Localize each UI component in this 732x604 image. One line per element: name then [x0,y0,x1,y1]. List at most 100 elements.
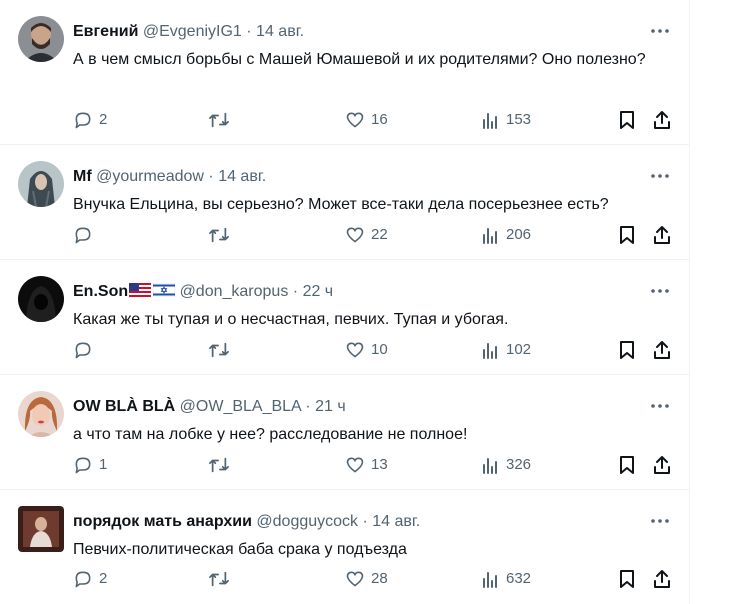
author-handle[interactable]: @dogguycock [256,513,358,530]
retweet-icon [209,571,229,587]
reply-button[interactable]: 2 [73,567,107,591]
bookmark-icon [620,341,634,359]
views-button[interactable]: 632 [482,567,531,591]
avatar[interactable] [18,276,64,322]
like-count: 13 [371,456,388,473]
tweet-actions: 10 102 [73,338,670,362]
more-icon[interactable] [650,284,670,298]
retweet-icon [209,457,229,473]
author-name[interactable]: Mf [73,168,92,185]
views-button[interactable]: 326 [482,453,531,477]
us-flag-icon [128,280,152,306]
author-name[interactable]: En.Son [73,283,128,300]
share-icon [654,456,670,474]
retweet-button[interactable] [208,338,236,362]
like-button[interactable]: 16 [345,108,388,132]
views-button[interactable]: 153 [482,108,531,132]
views-button[interactable]: 102 [482,338,531,362]
share-button[interactable] [652,453,672,477]
like-button[interactable]: 28 [345,567,388,591]
views-icon [483,458,497,474]
separator: · [305,398,311,415]
retweet-button[interactable] [208,453,236,477]
share-icon [654,111,670,129]
author-handle[interactable]: @yourmeadow [96,168,204,185]
author-handle[interactable]: @EvgeniyIG1 [143,23,242,40]
tweet-text: Певчих-политическая баба срака у подъезд… [73,541,407,558]
tweet-text: А в чем смысл борьбы с Машей Юмашевой и … [73,51,646,68]
like-button[interactable]: 13 [345,453,388,477]
tweet[interactable]: Mf @yourmeadow · 14 авг. Внучка Ельцина,… [0,145,690,260]
tweet[interactable]: Евгений @EvgeniyIG1 · 14 авг. А в чем см… [0,0,690,145]
bookmark-button[interactable] [618,338,636,362]
bookmark-icon [620,226,634,244]
timeline: Евгений @EvgeniyIG1 · 14 авг. А в чем см… [0,0,690,604]
retweet-button[interactable] [208,567,236,591]
views-count: 206 [506,226,532,243]
share-button[interactable] [652,223,672,247]
reply-button[interactable] [73,338,99,362]
reply-count: 1 [99,456,108,473]
avatar[interactable] [18,506,64,552]
reply-icon [75,227,91,244]
author-handle[interactable]: @OW_BLA_BLA [180,398,301,415]
like-button[interactable]: 22 [345,223,388,247]
author-name[interactable]: порядок мать анархии [73,513,252,530]
reply-icon [75,342,91,359]
reply-button[interactable] [73,223,99,247]
share-icon [654,341,670,359]
tweet[interactable]: порядок мать анархии @dogguycock · 14 ав… [0,490,690,604]
timestamp[interactable]: 14 авг. [256,23,304,40]
share-button[interactable] [652,338,672,362]
scrollbar[interactable] [722,0,732,604]
views-icon [483,343,497,359]
views-icon [483,228,497,244]
bookmark-button[interactable] [618,567,636,591]
tweet[interactable]: OW BLÀ BLÀ @OW_BLA_BLA · 21 ч а что там … [0,375,690,490]
separator: · [292,283,299,300]
views-count: 326 [506,456,532,473]
reply-count: 2 [99,570,108,587]
reply-button[interactable]: 1 [73,453,107,477]
tweet-text: Внучка Ельцина, вы серьезно? Может все-т… [73,196,609,213]
tweet-header: Mf @yourmeadow · 14 авг. [73,164,630,190]
views-button[interactable]: 206 [482,223,531,247]
timestamp[interactable]: 14 авг. [372,513,420,530]
like-icon [346,571,364,587]
avatar[interactable] [18,161,64,207]
tweet-text: Какая же ты тупая и о несчастная, певчих… [73,311,509,328]
tweet-actions: 1 13 326 [73,453,670,477]
more-icon[interactable] [650,514,670,528]
like-count: 16 [371,111,388,128]
author-name[interactable]: Евгений [73,23,138,40]
timestamp[interactable]: 21 ч [315,398,346,415]
bookmark-button[interactable] [618,453,636,477]
bookmark-button[interactable] [618,223,636,247]
like-icon [346,342,364,358]
timestamp[interactable]: 14 авг. [218,168,266,185]
views-icon [483,572,497,588]
reply-button[interactable]: 2 [73,108,107,132]
tweet[interactable]: En.Son @don_karopus · 22 ч Какая же ты т… [0,260,690,375]
share-button[interactable] [652,567,672,591]
retweet-button[interactable] [208,108,236,132]
bookmark-button[interactable] [618,108,636,132]
share-button[interactable] [652,108,672,132]
more-icon[interactable] [650,169,670,183]
like-button[interactable]: 10 [345,338,388,362]
author-name[interactable]: OW BLÀ BLÀ [73,398,175,415]
separator: · [246,23,252,40]
more-icon[interactable] [650,24,670,38]
avatar[interactable] [18,16,64,62]
timestamp[interactable]: 22 ч [303,283,334,300]
tweet-actions: 22 206 [73,223,670,247]
like-count: 22 [371,226,388,243]
more-icon[interactable] [650,399,670,413]
tweet-actions: 2 16 153 [73,108,670,132]
like-icon [346,457,364,473]
reply-icon [75,112,91,129]
author-handle[interactable]: @don_karopus [180,283,289,300]
retweet-button[interactable] [208,223,236,247]
avatar[interactable] [18,391,64,437]
tweet-header: порядок мать анархии @dogguycock · 14 ав… [73,509,630,535]
